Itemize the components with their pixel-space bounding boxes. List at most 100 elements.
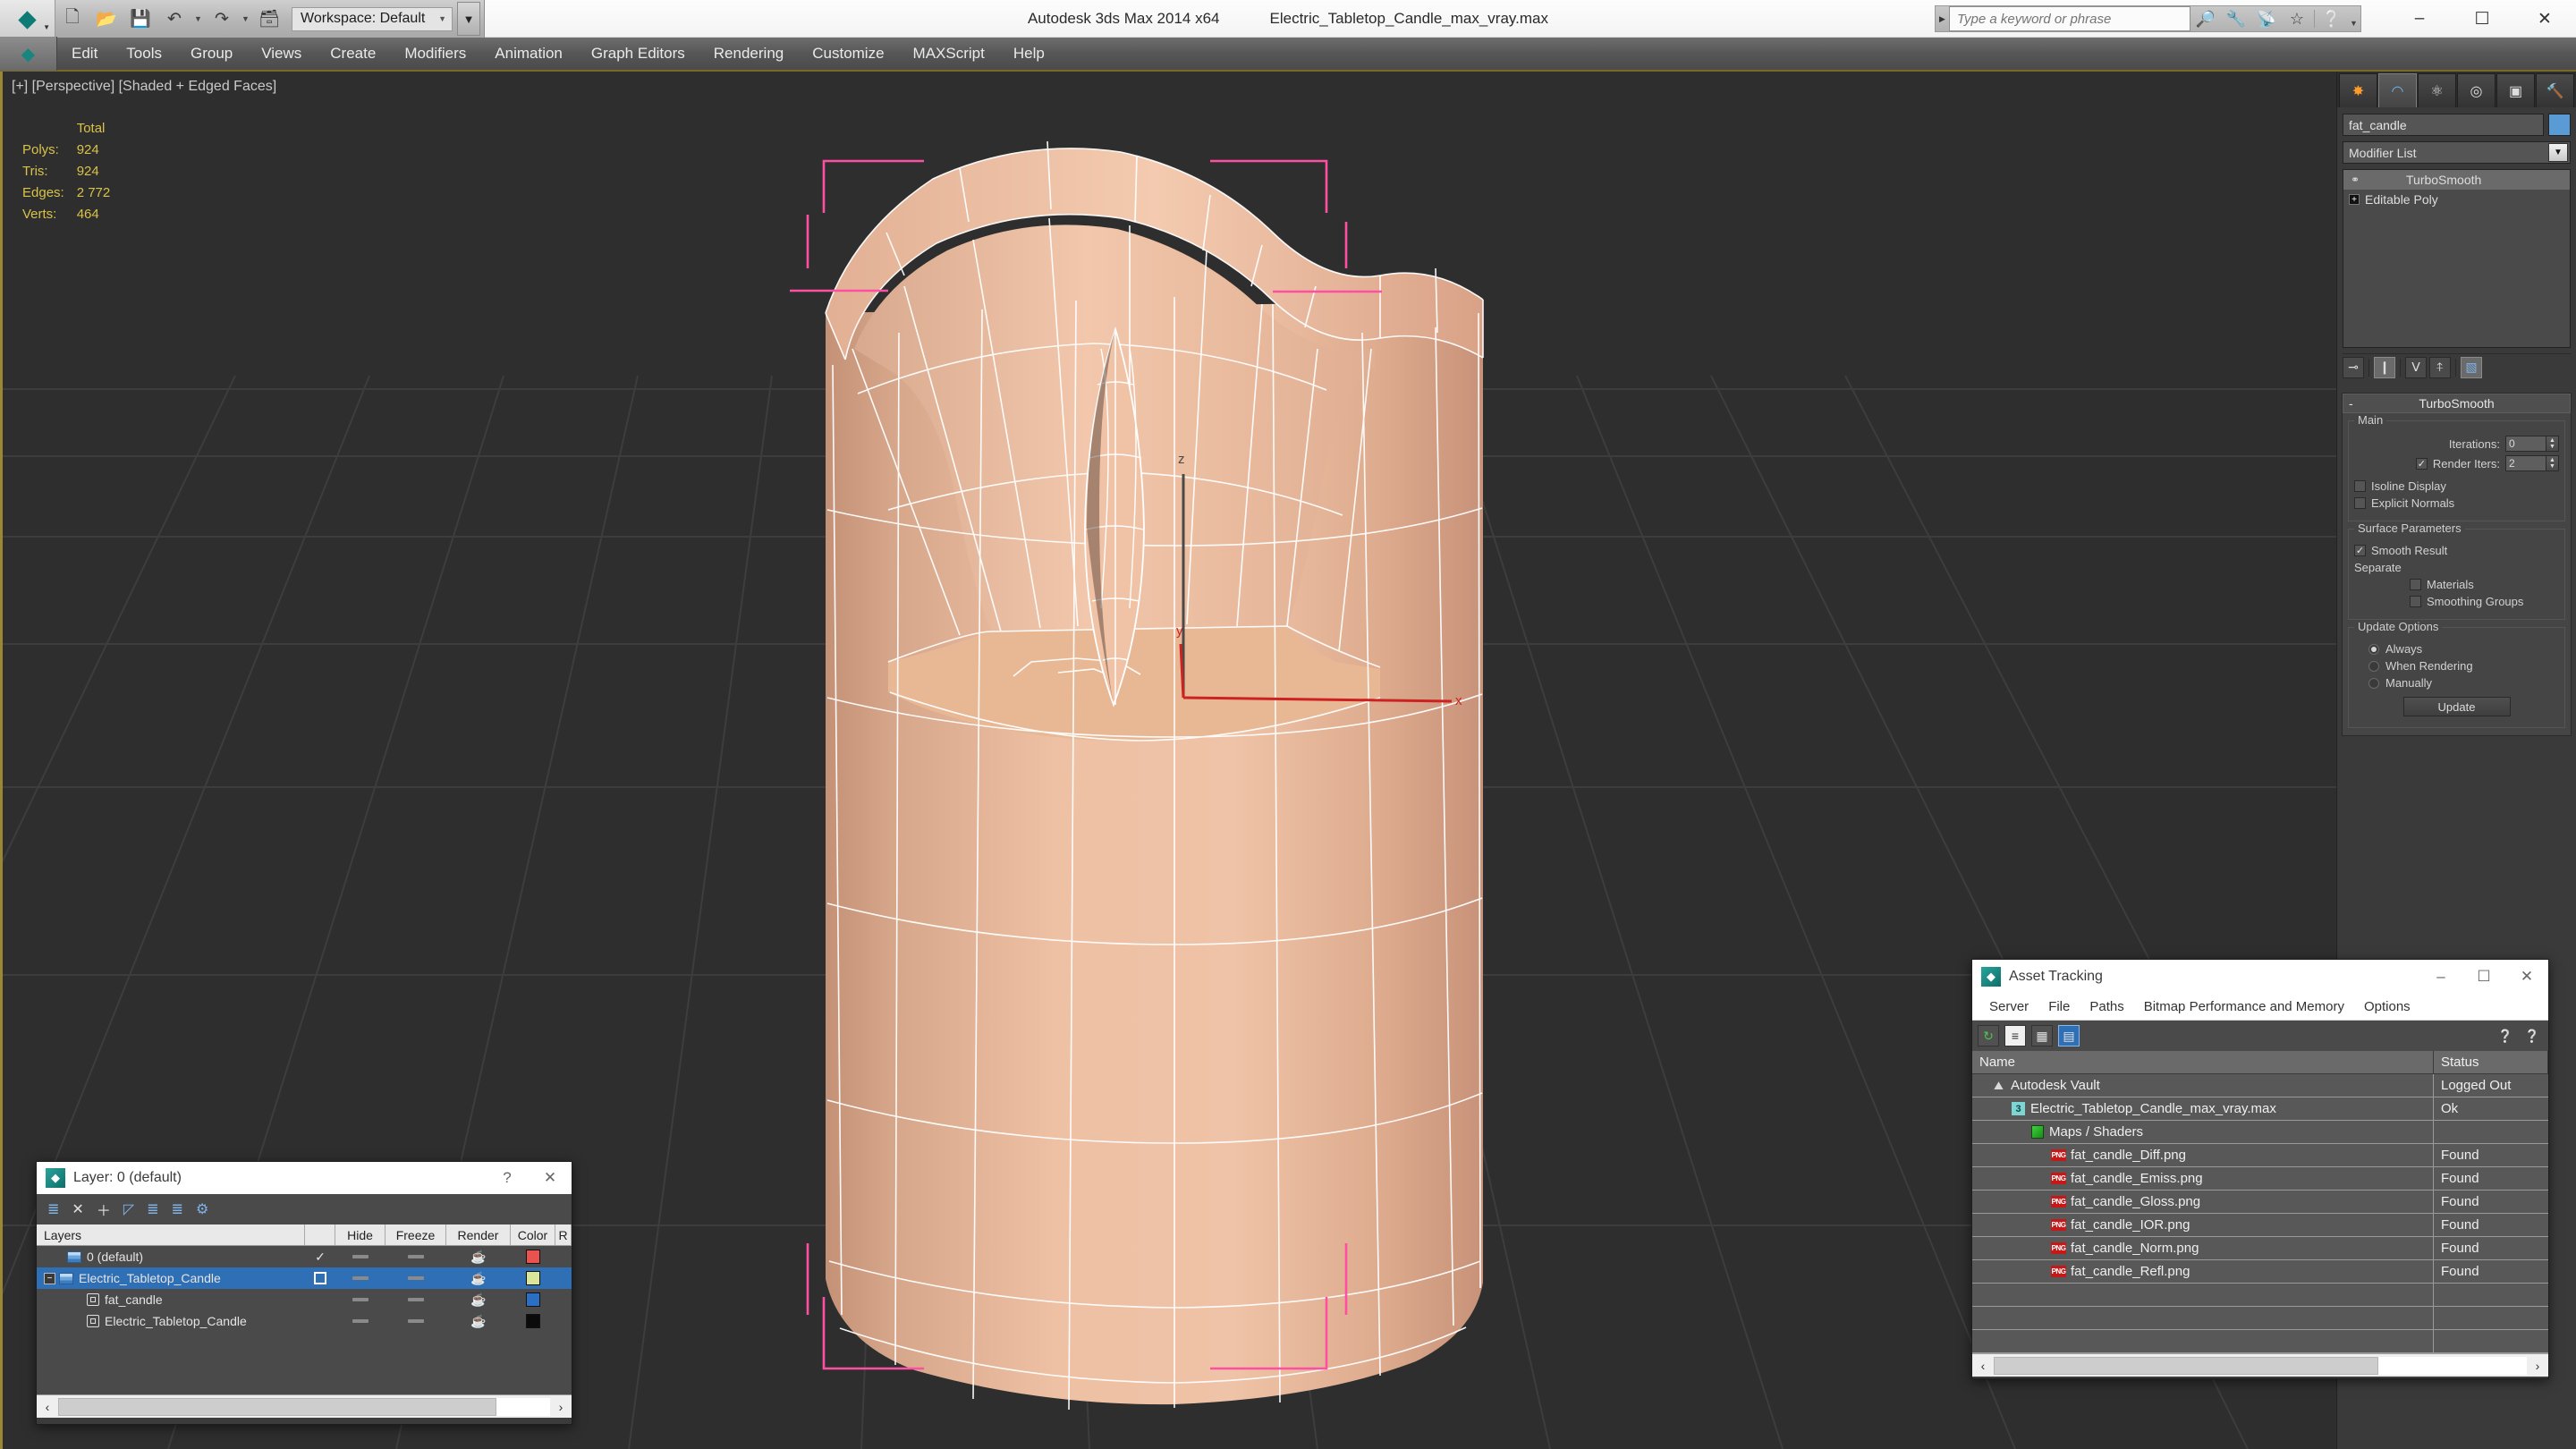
spinner-arrows-icon[interactable]: ▲ ▼ [2546,436,2559,452]
remove-modifier-button[interactable]: ⍏ [2429,356,2451,378]
menu-item-animation[interactable]: Animation [480,37,577,71]
modifier-stack-item-turbosmooth[interactable]: ⚭ TurboSmooth [2343,170,2570,190]
column-header-freeze[interactable]: Freeze [386,1224,446,1245]
modifier-list-dropdown[interactable]: Modifier List ▼ [2343,141,2571,164]
modifier-stack-item-editable-poly[interactable]: + Editable Poly [2343,190,2570,209]
help-icon[interactable]: ❔ [2317,6,2347,31]
collapse-icon[interactable]: − [44,1272,55,1284]
select-highlighted-layers-icon[interactable]: ≣ [147,1200,158,1218]
menu-item-tools[interactable]: Tools [112,37,176,71]
menu-logo-icon[interactable]: ◆ [0,37,57,71]
render-toggle-icon[interactable]: ☕ [446,1267,511,1289]
freeze-toggle[interactable] [386,1289,446,1310]
refresh-icon[interactable]: ↻ [1978,1025,1999,1046]
select-objects-in-layer-icon[interactable]: ◸ [123,1200,134,1218]
layer-row[interactable]: fat_candle ☕ [37,1289,572,1310]
smooth-result-checkbox[interactable]: ✓ [2354,545,2366,556]
delete-layer-icon[interactable]: ✕ [72,1200,83,1218]
menu-item-server[interactable]: Server [1979,994,2038,1021]
modifier-stack[interactable]: ⚭ TurboSmooth + Editable Poly [2343,169,2571,348]
column-header-status[interactable]: Status [2434,1051,2548,1073]
collapse-icon[interactable]: - [2349,396,2353,411]
column-header-layers[interactable]: Layers [37,1224,305,1245]
field-smooth-result[interactable]: ✓ Smooth Result [2354,544,2559,557]
layer-color-swatch[interactable] [511,1289,555,1310]
qat-overflow-button[interactable]: ▼ [457,2,480,36]
close-button[interactable]: ✕ [2505,960,2548,994]
table-row[interactable]: PNG fat_candle_Norm.png Found [1972,1236,2548,1260]
menu-item-paths[interactable]: Paths [2080,994,2133,1021]
favorites-star-icon[interactable]: ☆ [2282,6,2312,31]
menu-item-group[interactable]: Group [176,37,247,71]
field-isoline-display[interactable]: Isoline Display [2354,479,2559,493]
layer-dialog-titlebar[interactable]: ◆ Layer: 0 (default) ? ✕ [37,1162,572,1194]
menu-item-graph-editors[interactable]: Graph Editors [577,37,699,71]
layer-row[interactable]: − Electric_Tabletop_Candle ☕ [37,1267,572,1289]
binoculars-icon[interactable]: 🔎 [2190,6,2221,31]
rollout-header[interactable]: - TurboSmooth [2343,394,2571,413]
column-header-render[interactable]: Render [446,1224,511,1245]
when-rendering-radio[interactable] [2368,660,2379,672]
object-color-swatch[interactable] [2548,114,2571,136]
layer-color-swatch[interactable] [511,1246,555,1267]
scroll-track[interactable] [58,1397,550,1416]
help-dropdown-icon[interactable]: ▼ [2347,6,2360,40]
help-globe-icon[interactable]: ❔ [2495,1025,2516,1046]
menu-item-bitmap-performance[interactable]: Bitmap Performance and Memory [2134,994,2354,1021]
table-row[interactable]: PNG fat_candle_Gloss.png Found [1972,1190,2548,1214]
scroll-left-button[interactable]: ‹ [1972,1359,1994,1373]
save-file-icon[interactable]: 💾 [123,2,157,36]
object-name-input[interactable] [2343,114,2544,136]
show-end-result-button[interactable]: ❙ [2374,356,2395,378]
asset-tracking-table[interactable]: Name Status ⛰ Autodesk Vault Logged Out … [1972,1051,2548,1377]
asset-tracking-window[interactable]: ◆ Asset Tracking – ☐ ✕ Server File Paths… [1971,959,2549,1379]
scroll-right-button[interactable]: › [550,1400,572,1414]
column-header-active[interactable] [305,1224,335,1245]
radio-always[interactable]: Always [2354,642,2559,656]
radio-when-rendering[interactable]: When Rendering [2354,659,2559,673]
create-new-layer-icon[interactable]: ≣ [47,1200,59,1218]
menu-item-options[interactable]: Options [2354,994,2420,1021]
scroll-track[interactable] [1994,1356,2527,1375]
freeze-toggle[interactable] [386,1246,446,1267]
isoline-display-checkbox[interactable] [2354,480,2366,492]
menu-item-maxscript[interactable]: MAXScript [899,37,999,71]
minimize-button[interactable]: – [2388,0,2451,38]
infocenter-expand-icon[interactable]: ▶ [1936,6,1949,31]
menu-item-create[interactable]: Create [316,37,390,71]
hierarchy-tab[interactable]: ⚛ [2418,73,2456,107]
column-header-color[interactable]: Color [511,1224,555,1245]
menu-item-help[interactable]: Help [999,37,1059,71]
open-file-icon[interactable]: 📂 [89,2,123,36]
close-button[interactable]: ✕ [529,1162,572,1194]
menu-item-rendering[interactable]: Rendering [699,37,798,71]
table-row[interactable]: PNG fat_candle_Emiss.png Found [1972,1166,2548,1191]
always-radio[interactable] [2368,643,2379,655]
grid-view-icon[interactable]: ▤ [2058,1025,2080,1046]
workspace-selector[interactable]: Workspace: Default ▼ [292,6,453,31]
materials-checkbox[interactable] [2410,579,2421,590]
help-button[interactable]: ? [486,1162,529,1194]
menu-item-views[interactable]: Views [247,37,316,71]
manually-radio[interactable] [2368,677,2379,689]
horizontal-scrollbar[interactable]: ‹ › [37,1394,572,1418]
undo-icon[interactable]: ↶ [157,2,191,36]
render-iters-input[interactable] [2505,455,2546,471]
new-file-icon[interactable]: 🗋 [55,2,89,36]
column-header-r[interactable]: R [555,1224,572,1245]
layer-row[interactable]: 0 (default) ✓ ☕ [37,1246,572,1267]
table-row[interactable]: Maps / Shaders [1972,1120,2548,1144]
freeze-toggle[interactable] [386,1267,446,1289]
render-toggle-icon[interactable]: ☕ [446,1246,511,1267]
table-row[interactable] [1972,1329,2548,1353]
hide-toggle[interactable] [335,1246,386,1267]
detail-view-icon[interactable]: ▦ [2031,1025,2053,1046]
help-cursor-icon[interactable]: ❔ [2521,1025,2543,1046]
table-row[interactable]: 3 Electric_Tabletop_Candle_max_vray.max … [1972,1097,2548,1121]
render-iters-spinner[interactable]: ▲▼ [2505,455,2559,471]
undo-dropdown-icon[interactable]: ▼ [191,2,205,36]
modify-tab[interactable]: ◠ [2378,73,2417,107]
close-button[interactable]: ✕ [2513,0,2576,38]
update-button[interactable]: Update [2402,697,2511,716]
make-unique-button[interactable]: Ⅴ [2405,356,2427,378]
